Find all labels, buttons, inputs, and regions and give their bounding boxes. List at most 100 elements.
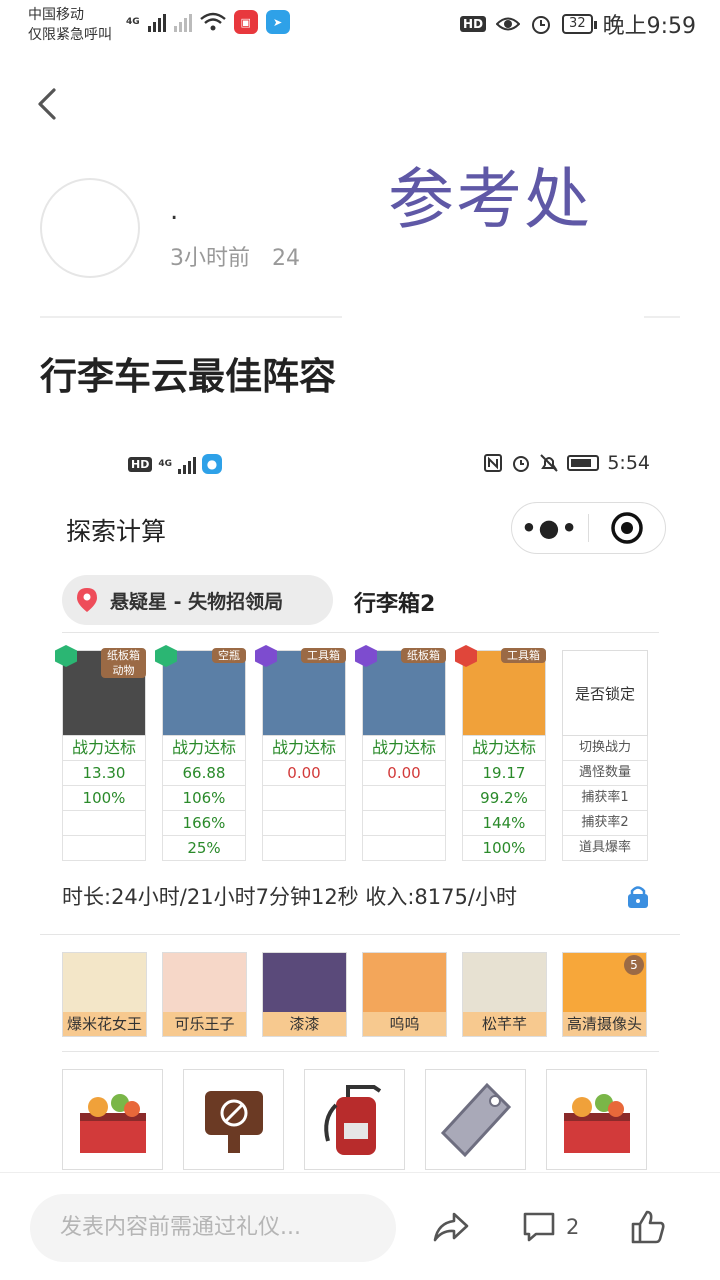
tag-icon xyxy=(440,1082,511,1157)
divider xyxy=(40,934,680,935)
pet-portrait: 工具箱 xyxy=(255,645,346,736)
stat-cell: 66.88 xyxy=(162,761,246,786)
item-slot[interactable] xyxy=(183,1069,284,1170)
pet-portrait: 空瓶 xyxy=(155,645,246,736)
status-icons-left: 4G ▣ ➤ xyxy=(126,10,290,34)
item-tag: 纸板箱 xyxy=(401,648,446,663)
eye-icon xyxy=(496,17,521,31)
divider xyxy=(644,316,680,318)
target-icon xyxy=(611,512,643,544)
pet-card[interactable]: 可乐王子 xyxy=(162,952,247,1037)
rarity-gem-icon xyxy=(155,645,177,667)
team-card[interactable]: 纸板箱 动物 战力达标 13.30 100% xyxy=(55,645,146,861)
lock-row: 捕获率1 xyxy=(562,786,648,811)
share-icon xyxy=(433,1212,469,1242)
like-button[interactable] xyxy=(630,1205,666,1249)
lock-row: 遇怪数量 xyxy=(562,761,648,786)
item-slot[interactable] xyxy=(425,1069,526,1170)
stat-cell: 0.00 xyxy=(262,761,346,786)
pet-portrait: 纸板箱 动物 xyxy=(55,645,146,736)
stat-cell xyxy=(262,786,346,811)
embedded-app-title: 探索计算 xyxy=(66,517,167,546)
income-summary: 时长:24小时/21小时7分钟12秒 收入:8175/小时 xyxy=(62,885,517,909)
stat-cell: 13.30 xyxy=(62,761,146,786)
battery-icon: 32 xyxy=(562,14,597,34)
team-card[interactable]: 工具箱 战力达标 19.17 99.2% 144% 100% xyxy=(455,645,546,861)
pet-portrait: 工具箱 xyxy=(455,645,546,736)
huawei-store-icon: ▣ xyxy=(233,10,258,34)
lock-row: 道具爆率 xyxy=(562,836,648,861)
food-box-icon xyxy=(563,1093,630,1153)
pet-name: 漆漆 xyxy=(263,1012,346,1036)
carrier-name: 中国移动 xyxy=(28,7,84,23)
divider xyxy=(62,1051,659,1052)
rarity-gem-icon xyxy=(455,645,477,667)
battery-icon xyxy=(567,455,600,471)
stat-cell xyxy=(62,811,146,836)
fire-extinguisher-icon xyxy=(323,1084,381,1155)
stat-cell: 100% xyxy=(62,786,146,811)
send-app-icon: ➤ xyxy=(265,10,290,34)
author-avatar[interactable] xyxy=(40,178,140,278)
item-tag: 纸板箱 动物 xyxy=(101,648,146,678)
reference-stamp: 参考处 xyxy=(388,161,592,238)
emergency-only: 仅限紧急呼叫 xyxy=(28,27,112,43)
team-lineup: 纸板箱 动物 战力达标 13.30 100% 空瓶 战力达标 66.88 106%… xyxy=(55,645,648,861)
power-status: 战力达标 xyxy=(262,736,346,761)
lock-icon[interactable] xyxy=(625,883,651,909)
pet-roster: 爆米花女王 可乐王子 漆漆 呜呜 松芊芊 5 高清摄像头 xyxy=(62,952,647,1037)
back-button[interactable] xyxy=(30,84,70,124)
location-selector[interactable]: 悬疑星 - 失物招领局 xyxy=(62,575,333,625)
bulb-icon: ● xyxy=(202,454,222,474)
lock-row[interactable]: 切换战力 xyxy=(562,736,648,761)
comment-button[interactable]: 2 xyxy=(522,1205,579,1249)
stat-cell: 100% xyxy=(462,836,546,861)
status-bar: 中国移动 仅限紧急呼叫 4G ▣ ➤ HD 32 晚上9:59 xyxy=(0,0,720,52)
comment-input[interactable]: 发表内容前需通过礼仪... xyxy=(30,1194,396,1262)
author-name[interactable]: . xyxy=(170,196,178,226)
team-card[interactable]: 纸板箱 战力达标 0.00 xyxy=(355,645,446,861)
embedded-status-bar: HD 4G ● 5:54 xyxy=(40,452,680,478)
item-slot[interactable] xyxy=(304,1069,405,1170)
item-slot[interactable] xyxy=(546,1069,647,1170)
clock: 晚上9:59 xyxy=(602,14,696,39)
wifi-icon xyxy=(199,12,226,31)
stat-cell xyxy=(362,786,446,811)
power-status: 战力达标 xyxy=(362,736,446,761)
team-card[interactable]: 空瓶 战力达标 66.88 106% 166% 25% xyxy=(155,645,246,861)
team-card[interactable]: 工具箱 战力达标 0.00 xyxy=(255,645,346,861)
embedded-screenshot[interactable]: HD 4G ● 5:54 探索计算 •●• 悬疑星 - 失物招领局 行李箱2 纸 xyxy=(40,440,680,1175)
pet-name: 爆米花女王 xyxy=(63,1012,146,1036)
item-slot[interactable] xyxy=(62,1069,163,1170)
divider xyxy=(62,632,659,633)
power-status: 战力达标 xyxy=(162,736,246,761)
pet-card[interactable]: 5 高清摄像头 xyxy=(562,952,647,1037)
stat-cell xyxy=(362,836,446,861)
lock-header[interactable]: 是否锁定 xyxy=(562,650,648,736)
pet-card[interactable]: 呜呜 xyxy=(362,952,447,1037)
item-grid xyxy=(62,1069,647,1170)
pet-card[interactable]: 爆米花女王 xyxy=(62,952,147,1037)
signal-off-icon xyxy=(173,12,192,32)
stat-cell xyxy=(62,836,146,861)
miniapp-capsule: •●• xyxy=(511,502,666,554)
location-name: 行李箱2 xyxy=(354,592,436,617)
item-tag: 工具箱 xyxy=(501,648,546,663)
hd-icon: HD xyxy=(460,16,487,32)
stat-cell xyxy=(362,811,446,836)
share-button[interactable] xyxy=(432,1205,470,1249)
signal-icon xyxy=(147,12,166,32)
more-button[interactable]: •●• xyxy=(512,514,588,542)
stat-cell: 166% xyxy=(162,811,246,836)
close-target-button[interactable] xyxy=(589,511,665,545)
pet-card[interactable]: 漆漆 xyxy=(262,952,347,1037)
alarm-icon xyxy=(532,16,551,34)
hd-icon: HD xyxy=(128,456,153,472)
pet-card[interactable]: 松芊芊 xyxy=(462,952,547,1037)
pet-name: 高清摄像头 xyxy=(563,1012,646,1036)
network-type: 4G xyxy=(126,16,140,27)
pet-name: 可乐王子 xyxy=(163,1012,246,1036)
power-status: 战力达标 xyxy=(62,736,146,761)
post-title: 行李车云最佳阵容 xyxy=(40,355,336,398)
stat-cell: 25% xyxy=(162,836,246,861)
